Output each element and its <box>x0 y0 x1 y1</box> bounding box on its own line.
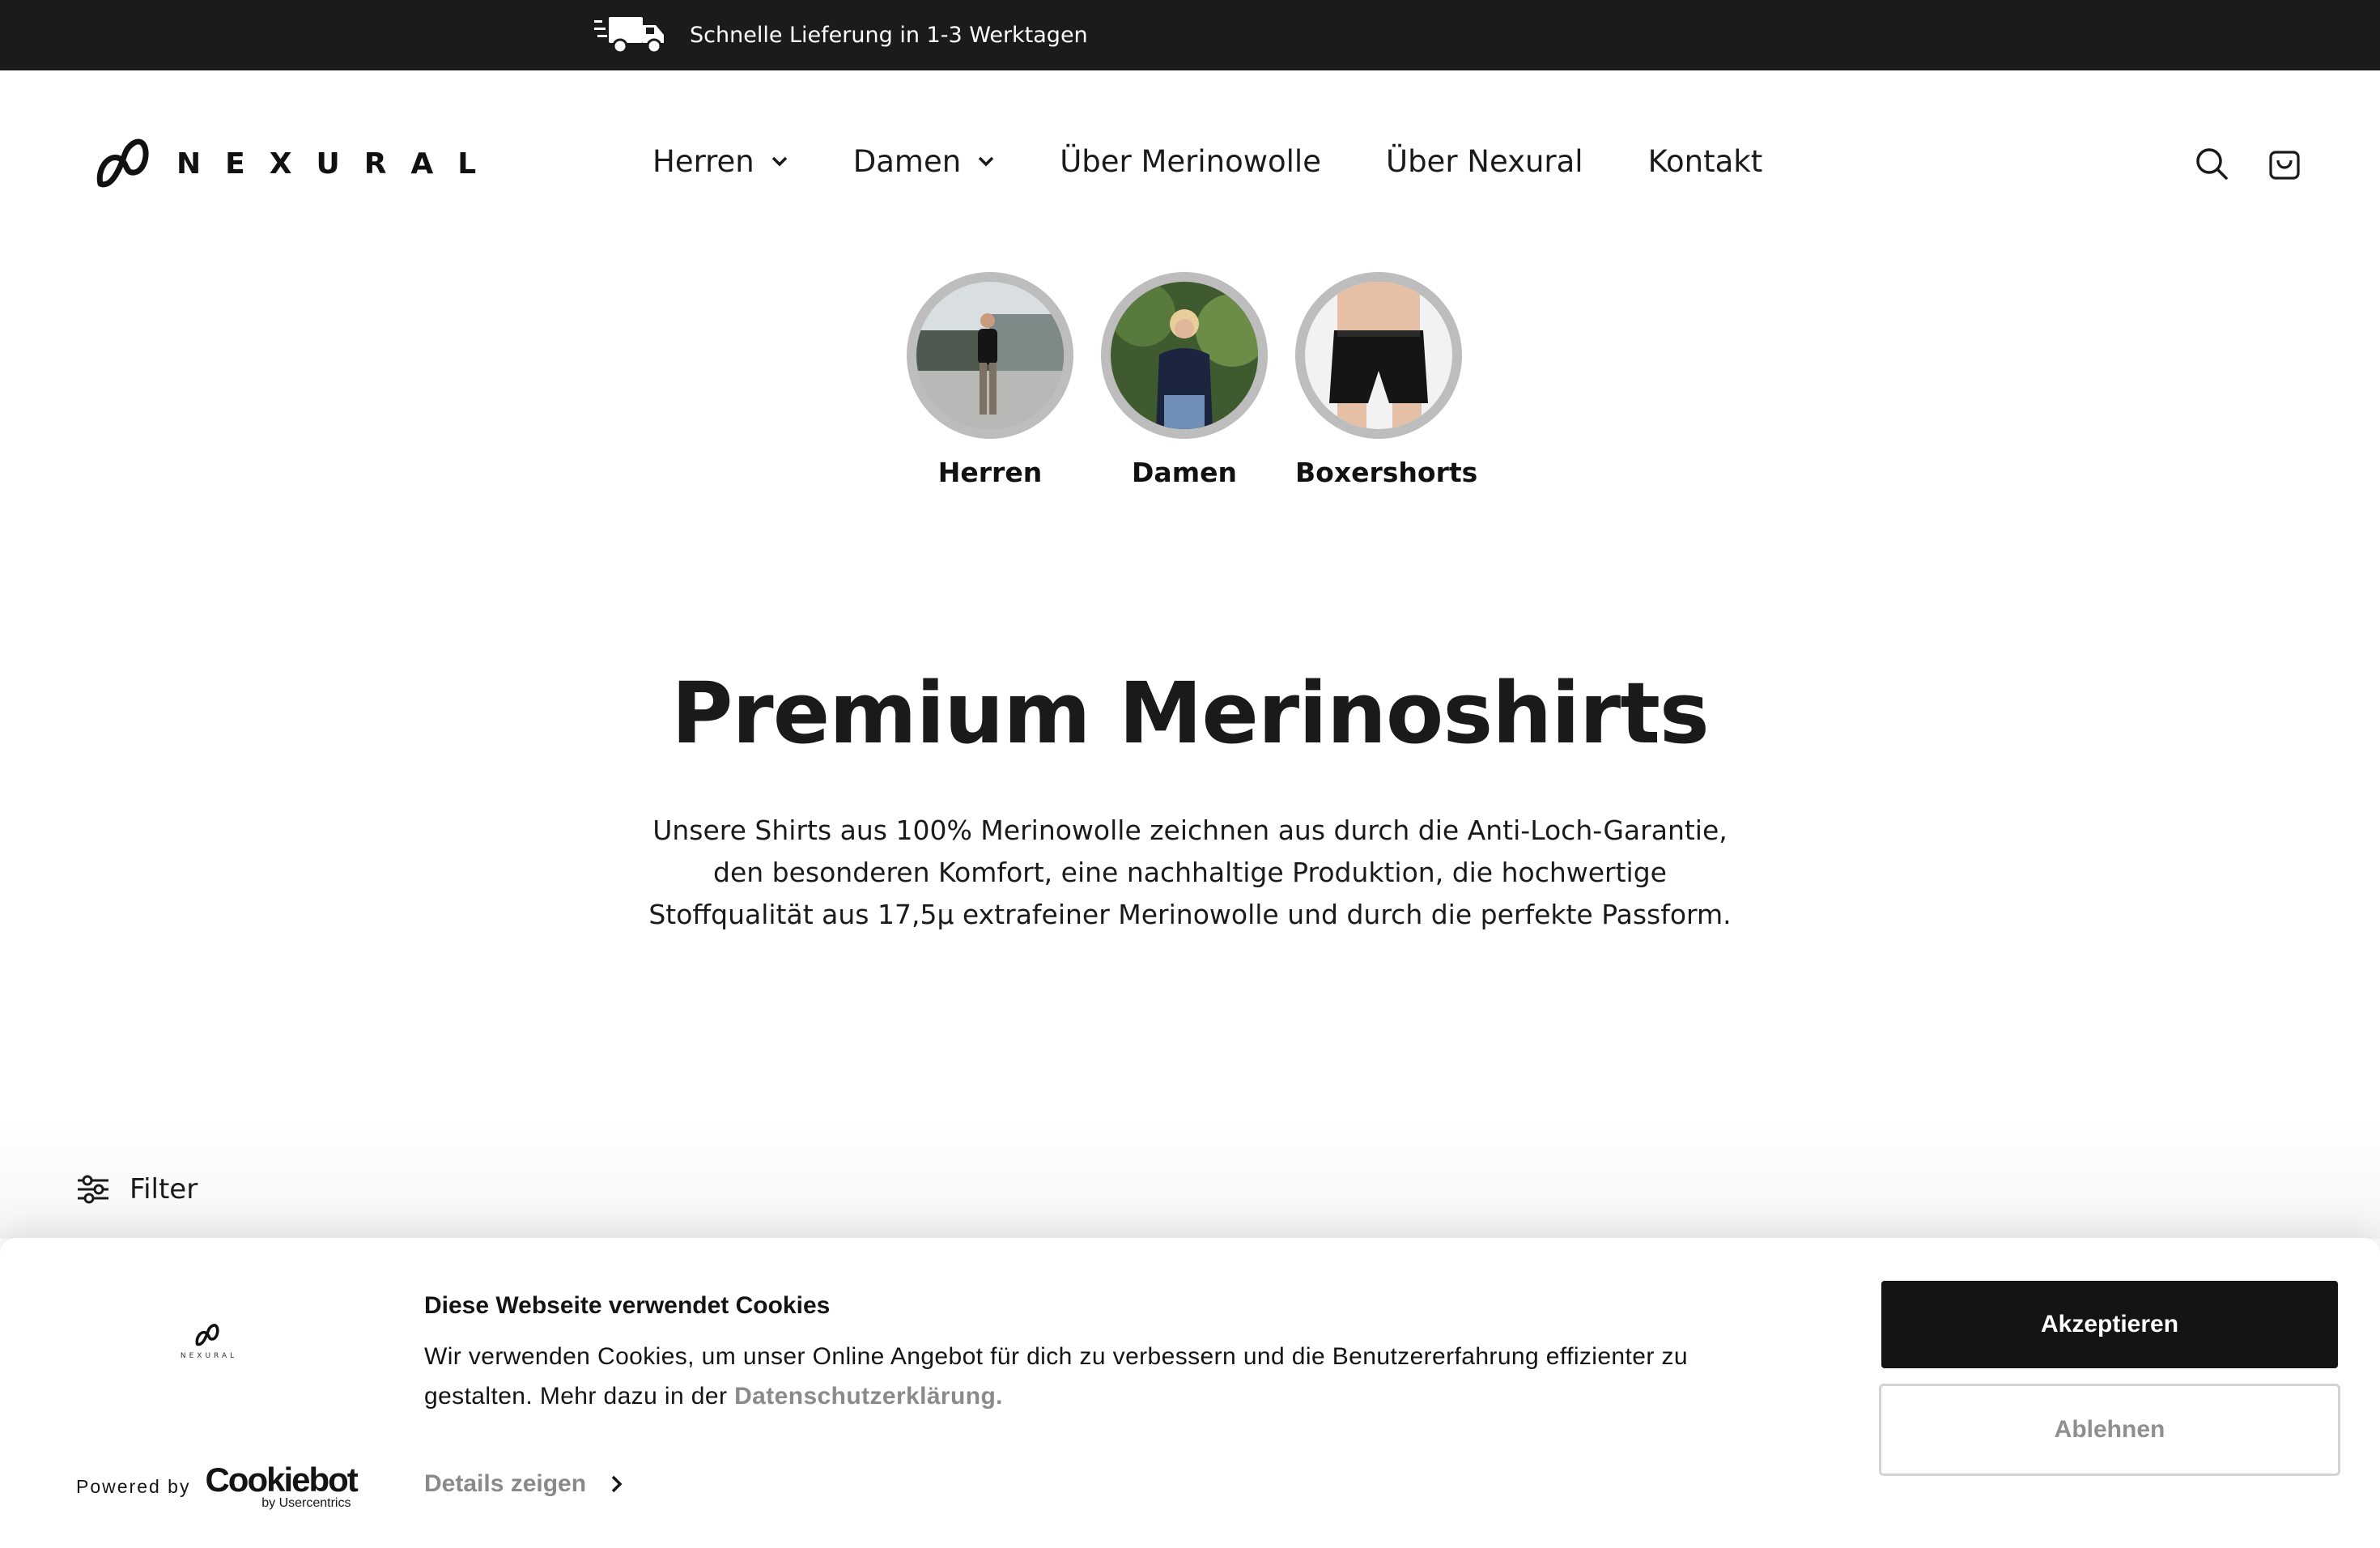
category-damen[interactable]: Damen <box>1101 272 1268 488</box>
nav-label: Über Merinowolle <box>1060 143 1321 179</box>
chevron-right-icon <box>611 1475 623 1493</box>
powered-by-label: Powered by <box>76 1476 191 1497</box>
search-icon[interactable] <box>2194 146 2229 181</box>
category-image-damen <box>1111 282 1258 429</box>
nav-label: Über Nexural <box>1385 143 1583 179</box>
cookiebot-logo: Cookiebot by Usercentrics <box>205 1461 358 1510</box>
brand-wordmark: NEXURAL <box>176 147 501 181</box>
category-label: Damen <box>1132 457 1237 488</box>
cart-icon[interactable] <box>2267 146 2302 181</box>
category-label: Herren <box>937 457 1043 488</box>
category-circles: Herren Damen Boxershorts <box>907 272 1478 499</box>
filter-button[interactable]: Filter <box>76 1169 198 1210</box>
nexural-logo-icon <box>96 138 149 188</box>
privacy-policy-link[interactable]: Datenschutzerklärung. <box>734 1383 1003 1410</box>
sliders-icon <box>78 1175 108 1204</box>
hero-description-line: Unsere Shirts aus 100% Merinowolle zeich… <box>652 814 1728 846</box>
main-nav: Herren Damen Über Merinowolle Über Nexur… <box>652 137 1827 185</box>
nav-label: Kontakt <box>1647 143 1763 179</box>
category-ring <box>907 272 1073 439</box>
details-toggle[interactable]: Details zeigen <box>424 1467 623 1501</box>
accept-cookies-button[interactable]: Akzeptieren <box>1881 1281 2338 1368</box>
chevron-down-icon <box>771 156 788 167</box>
hero-description-line: den besonderen Komfort, eine nachhaltige… <box>713 857 1667 888</box>
site-header: NEXURAL Herren Damen Über Merinowolle Üb… <box>0 70 2380 250</box>
nav-label: Herren <box>652 143 754 179</box>
nav-item-kontakt[interactable]: Kontakt <box>1648 144 1763 179</box>
nav-item-ueber-merinowolle[interactable]: Über Merinowolle <box>1060 144 1321 179</box>
cookie-body-text: Wir verwenden Cookies, um unser Online A… <box>424 1343 1688 1410</box>
cookie-brand-wordmark: NEXURAL <box>180 1352 238 1360</box>
announcement-bar: Schnelle Lieferung in 1-3 Werktagen <box>0 0 2380 70</box>
announcement-text: Schnelle Lieferung in 1-3 Werktagen <box>690 23 1088 48</box>
nav-item-damen[interactable]: Damen <box>853 144 995 179</box>
cookie-title: Diese Webseite verwendet Cookies <box>424 1292 831 1319</box>
category-ring <box>1295 272 1462 439</box>
nexural-logo-icon <box>195 1324 219 1346</box>
category-boxershorts[interactable]: Boxershorts <box>1295 272 1478 488</box>
cookie-brand-logo: NEXURAL <box>170 1324 248 1369</box>
chevron-down-icon <box>978 156 994 167</box>
cookiebot-sub: by Usercentrics <box>261 1496 351 1510</box>
nav-item-herren[interactable]: Herren <box>652 144 788 179</box>
cookiebot-name: Cookiebot <box>205 1461 358 1499</box>
category-image-boxershorts <box>1305 282 1452 429</box>
powered-by-cookiebot[interactable]: Powered by Cookiebot by Usercentrics <box>76 1461 359 1510</box>
category-ring <box>1101 272 1268 439</box>
category-herren[interactable]: Herren <box>907 272 1073 488</box>
delivery-truck-icon <box>594 17 664 54</box>
nav-item-ueber-nexural[interactable]: Über Nexural <box>1386 144 1583 179</box>
details-label: Details zeigen <box>424 1470 587 1497</box>
category-label: Boxershorts <box>1295 457 1478 488</box>
filter-bar-background <box>0 1117 2380 1239</box>
cookie-body: Wir verwenden Cookies, um unser Online A… <box>424 1337 1768 1416</box>
category-image-herren <box>916 282 1064 429</box>
filter-label: Filter <box>130 1173 198 1206</box>
hero-description: Unsere Shirts aus 100% Merinowolle zeich… <box>648 810 1732 936</box>
hero-description-line: Stoffqualität aus 17,5µ extrafeiner Meri… <box>648 899 1732 930</box>
brand-logo[interactable]: NEXURAL <box>96 135 500 192</box>
nav-label: Damen <box>852 143 962 179</box>
decline-cookies-button[interactable]: Ablehnen <box>1879 1384 2340 1476</box>
page-title: Premium Merinoshirts <box>671 664 1710 763</box>
